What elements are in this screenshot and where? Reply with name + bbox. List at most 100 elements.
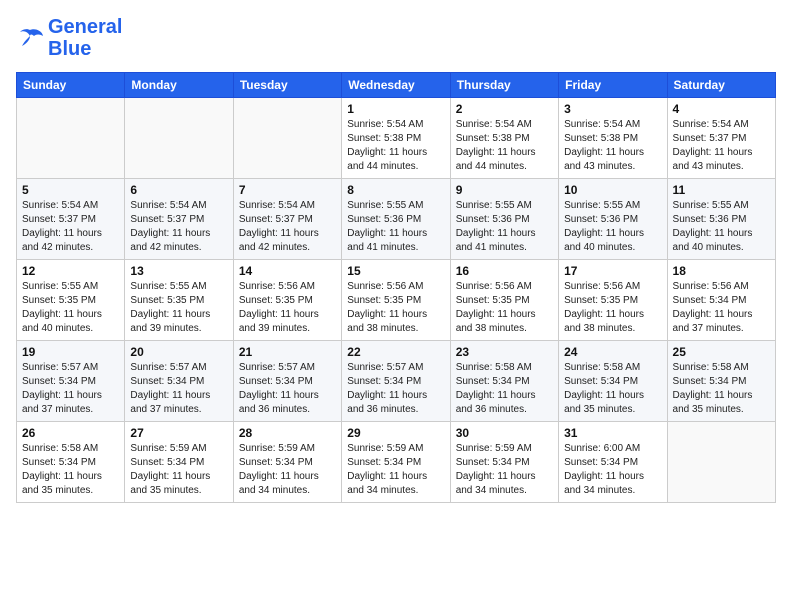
calendar-cell: 25Sunrise: 5:58 AM Sunset: 5:34 PM Dayli… <box>667 341 775 422</box>
calendar-cell: 26 Sunrise: 5:58 AM Sunset: 5:34 PM Dayli… <box>17 422 125 503</box>
day-info: Sunrise: 5:58 AM Sunset: 5:34 PM Dayligh… <box>22 442 119 498</box>
header-thursday: Thursday <box>450 73 558 98</box>
calendar-cell: 16 Sunrise: 5:56 AM Sunset: 5:35 PM Dayli… <box>450 260 558 341</box>
week-row-5: 26 Sunrise: 5:58 AM Sunset: 5:34 PM Dayli… <box>17 422 776 503</box>
day-number: 17 <box>564 264 661 278</box>
day-info: Sunrise: 5:58 AM Sunset: 5:34 PM Dayligh… <box>564 361 661 417</box>
calendar-cell: 11 Sunrise: 5:55 AM Sunset: 5:36 PM Dayli… <box>667 179 775 260</box>
day-number: 30 <box>456 426 553 440</box>
calendar-cell: 7 Sunrise: 5:54 AM Sunset: 5:37 PM Daylig… <box>233 179 341 260</box>
day-info: Sunrise: 5:55 AM Sunset: 5:36 PM Dayligh… <box>673 199 770 255</box>
day-info: Sunrise: 5:54 AM Sunset: 5:38 PM Dayligh… <box>347 118 444 174</box>
day-info: Sunrise: 5:59 AM Sunset: 5:34 PM Dayligh… <box>456 442 553 498</box>
logo-bird-icon <box>16 26 44 50</box>
week-row-4: 19 Sunrise: 5:57 AM Sunset: 5:34 PM Dayli… <box>17 341 776 422</box>
header-friday: Friday <box>559 73 667 98</box>
week-row-3: 12 Sunrise: 5:55 AM Sunset: 5:35 PM Dayli… <box>17 260 776 341</box>
day-info: Sunrise: 5:55 AM Sunset: 5:35 PM Dayligh… <box>130 280 227 336</box>
day-info: Sunrise: 5:56 AM Sunset: 5:34 PM Dayligh… <box>673 280 770 336</box>
day-info: Sunrise: 5:58 AM Sunset: 5:34 PM Dayligh… <box>456 361 553 417</box>
calendar-cell <box>667 422 775 503</box>
day-info: Sunrise: 5:59 AM Sunset: 5:34 PM Dayligh… <box>239 442 336 498</box>
day-number: 29 <box>347 426 444 440</box>
header-saturday: Saturday <box>667 73 775 98</box>
calendar-cell: 10Sunrise: 5:55 AM Sunset: 5:36 PM Dayli… <box>559 179 667 260</box>
day-number: 22 <box>347 345 444 359</box>
day-info: Sunrise: 5:54 AM Sunset: 5:38 PM Dayligh… <box>564 118 661 174</box>
calendar-table: SundayMondayTuesdayWednesdayThursdayFrid… <box>16 72 776 503</box>
day-number: 3 <box>564 102 661 116</box>
day-info: Sunrise: 5:57 AM Sunset: 5:34 PM Dayligh… <box>130 361 227 417</box>
day-number: 2 <box>456 102 553 116</box>
calendar-cell: 5 Sunrise: 5:54 AM Sunset: 5:37 PM Daylig… <box>17 179 125 260</box>
day-number: 14 <box>239 264 336 278</box>
day-info: Sunrise: 5:57 AM Sunset: 5:34 PM Dayligh… <box>22 361 119 417</box>
calendar-cell: 4Sunrise: 5:54 AM Sunset: 5:37 PM Daylig… <box>667 98 775 179</box>
day-number: 24 <box>564 345 661 359</box>
calendar-cell: 2 Sunrise: 5:54 AM Sunset: 5:38 PM Daylig… <box>450 98 558 179</box>
day-number: 31 <box>564 426 661 440</box>
calendar-cell: 1 Sunrise: 5:54 AM Sunset: 5:38 PM Daylig… <box>342 98 450 179</box>
calendar-cell <box>233 98 341 179</box>
day-info: Sunrise: 5:55 AM Sunset: 5:35 PM Dayligh… <box>22 280 119 336</box>
day-number: 1 <box>347 102 444 116</box>
calendar-cell: 12 Sunrise: 5:55 AM Sunset: 5:35 PM Dayli… <box>17 260 125 341</box>
calendar-cell: 20 Sunrise: 5:57 AM Sunset: 5:34 PM Dayli… <box>125 341 233 422</box>
logo-text: General Blue <box>48 16 122 60</box>
calendar-cell: 15 Sunrise: 5:56 AM Sunset: 5:35 PM Dayli… <box>342 260 450 341</box>
day-info: Sunrise: 5:59 AM Sunset: 5:34 PM Dayligh… <box>347 442 444 498</box>
day-number: 15 <box>347 264 444 278</box>
day-info: Sunrise: 5:57 AM Sunset: 5:34 PM Dayligh… <box>239 361 336 417</box>
day-info: Sunrise: 6:00 AM Sunset: 5:34 PM Dayligh… <box>564 442 661 498</box>
day-info: Sunrise: 5:54 AM Sunset: 5:37 PM Dayligh… <box>673 118 770 174</box>
logo-blue: Blue <box>48 38 122 60</box>
calendar-cell: 29 Sunrise: 5:59 AM Sunset: 5:34 PM Dayli… <box>342 422 450 503</box>
week-row-2: 5 Sunrise: 5:54 AM Sunset: 5:37 PM Daylig… <box>17 179 776 260</box>
day-info: Sunrise: 5:54 AM Sunset: 5:37 PM Dayligh… <box>22 199 119 255</box>
calendar-cell: 13 Sunrise: 5:55 AM Sunset: 5:35 PM Dayli… <box>125 260 233 341</box>
day-info: Sunrise: 5:57 AM Sunset: 5:34 PM Dayligh… <box>347 361 444 417</box>
page-header: General Blue <box>16 16 776 60</box>
day-number: 11 <box>673 183 770 197</box>
header-wednesday: Wednesday <box>342 73 450 98</box>
logo-general: General <box>48 16 122 38</box>
day-info: Sunrise: 5:56 AM Sunset: 5:35 PM Dayligh… <box>456 280 553 336</box>
day-number: 10 <box>564 183 661 197</box>
day-info: Sunrise: 5:54 AM Sunset: 5:38 PM Dayligh… <box>456 118 553 174</box>
day-number: 9 <box>456 183 553 197</box>
calendar-cell: 22 Sunrise: 5:57 AM Sunset: 5:34 PM Dayli… <box>342 341 450 422</box>
day-number: 13 <box>130 264 227 278</box>
day-info: Sunrise: 5:56 AM Sunset: 5:35 PM Dayligh… <box>347 280 444 336</box>
day-number: 26 <box>22 426 119 440</box>
day-number: 27 <box>130 426 227 440</box>
calendar-cell: 31 Sunrise: 6:00 AM Sunset: 5:34 PM Dayli… <box>559 422 667 503</box>
day-number: 25 <box>673 345 770 359</box>
day-info: Sunrise: 5:54 AM Sunset: 5:37 PM Dayligh… <box>239 199 336 255</box>
calendar-cell: 23Sunrise: 5:58 AM Sunset: 5:34 PM Dayli… <box>450 341 558 422</box>
logo: General Blue <box>16 16 122 60</box>
day-number: 18 <box>673 264 770 278</box>
day-number: 7 <box>239 183 336 197</box>
day-info: Sunrise: 5:56 AM Sunset: 5:35 PM Dayligh… <box>239 280 336 336</box>
day-number: 6 <box>130 183 227 197</box>
day-number: 5 <box>22 183 119 197</box>
day-number: 8 <box>347 183 444 197</box>
day-info: Sunrise: 5:55 AM Sunset: 5:36 PM Dayligh… <box>347 199 444 255</box>
day-number: 12 <box>22 264 119 278</box>
day-info: Sunrise: 5:54 AM Sunset: 5:37 PM Dayligh… <box>130 199 227 255</box>
calendar-cell: 3 Sunrise: 5:54 AM Sunset: 5:38 PM Daylig… <box>559 98 667 179</box>
calendar-cell: 28 Sunrise: 5:59 AM Sunset: 5:34 PM Dayli… <box>233 422 341 503</box>
day-number: 16 <box>456 264 553 278</box>
day-number: 19 <box>22 345 119 359</box>
calendar-cell <box>17 98 125 179</box>
calendar-cell: 19 Sunrise: 5:57 AM Sunset: 5:34 PM Dayli… <box>17 341 125 422</box>
header-tuesday: Tuesday <box>233 73 341 98</box>
day-number: 28 <box>239 426 336 440</box>
calendar-cell: 27Sunrise: 5:59 AM Sunset: 5:34 PM Dayli… <box>125 422 233 503</box>
week-row-1: 1 Sunrise: 5:54 AM Sunset: 5:38 PM Daylig… <box>17 98 776 179</box>
calendar-cell: 21Sunrise: 5:57 AM Sunset: 5:34 PM Dayli… <box>233 341 341 422</box>
calendar-cell: 8 Sunrise: 5:55 AM Sunset: 5:36 PM Daylig… <box>342 179 450 260</box>
calendar-cell: 9Sunrise: 5:55 AM Sunset: 5:36 PM Daylig… <box>450 179 558 260</box>
calendar-cell: 6 Sunrise: 5:54 AM Sunset: 5:37 PM Daylig… <box>125 179 233 260</box>
day-number: 20 <box>130 345 227 359</box>
